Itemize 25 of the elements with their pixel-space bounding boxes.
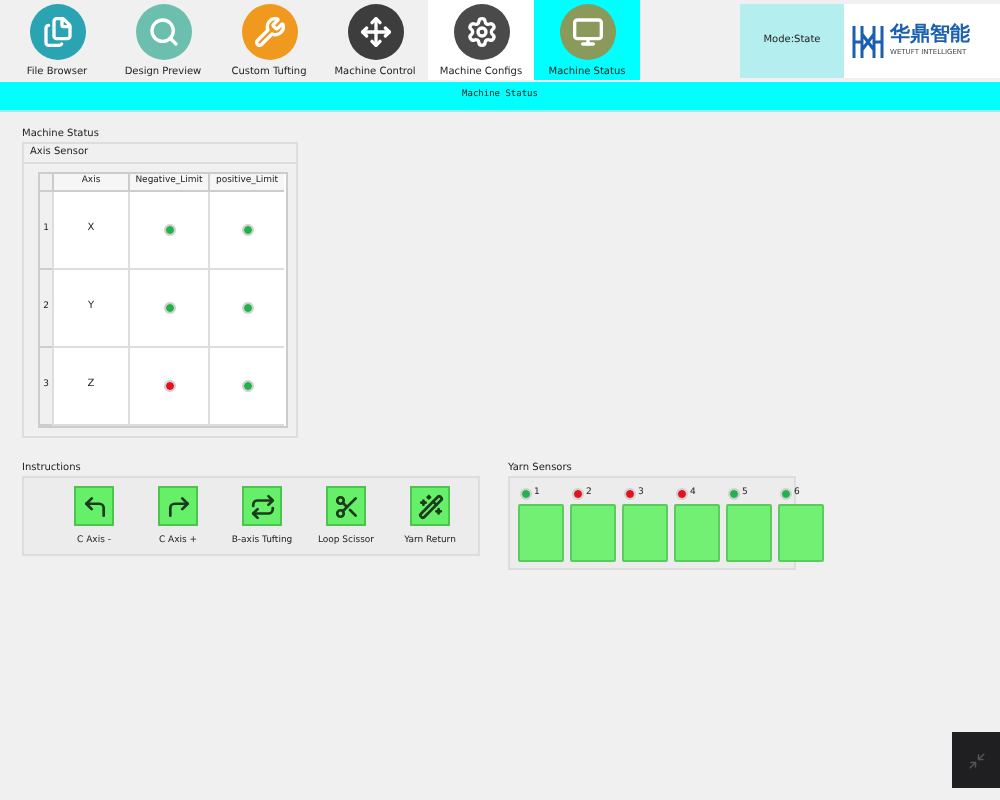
action-button[interactable] [74,486,114,526]
turn-right-arrow-icon [165,493,191,519]
monitor-icon [559,4,615,60]
scissors-icon [333,493,359,519]
action-button[interactable] [158,486,198,526]
minimize-icon [967,751,985,769]
wand-icon [417,493,443,519]
logo-name: 华鼎智能 [890,24,970,48]
sensor-indicator [778,504,824,562]
action-button[interactable] [410,486,450,526]
turn-left-arrow-icon [81,493,107,519]
sensor-indicator [674,504,720,562]
sensor-indicator [570,504,616,562]
files-icon [29,4,85,60]
wrench-icon [241,4,297,60]
sensor-indicator [518,504,564,562]
sensor-indicator [726,504,772,562]
search-icon [135,4,191,60]
logo-mark-icon [852,23,884,59]
four-arrows-icon [347,4,403,60]
settings-icon [453,4,509,60]
sensor-indicator [622,504,668,562]
action-button[interactable] [242,486,282,526]
repeat-icon [249,493,275,519]
action-button[interactable] [326,486,366,526]
